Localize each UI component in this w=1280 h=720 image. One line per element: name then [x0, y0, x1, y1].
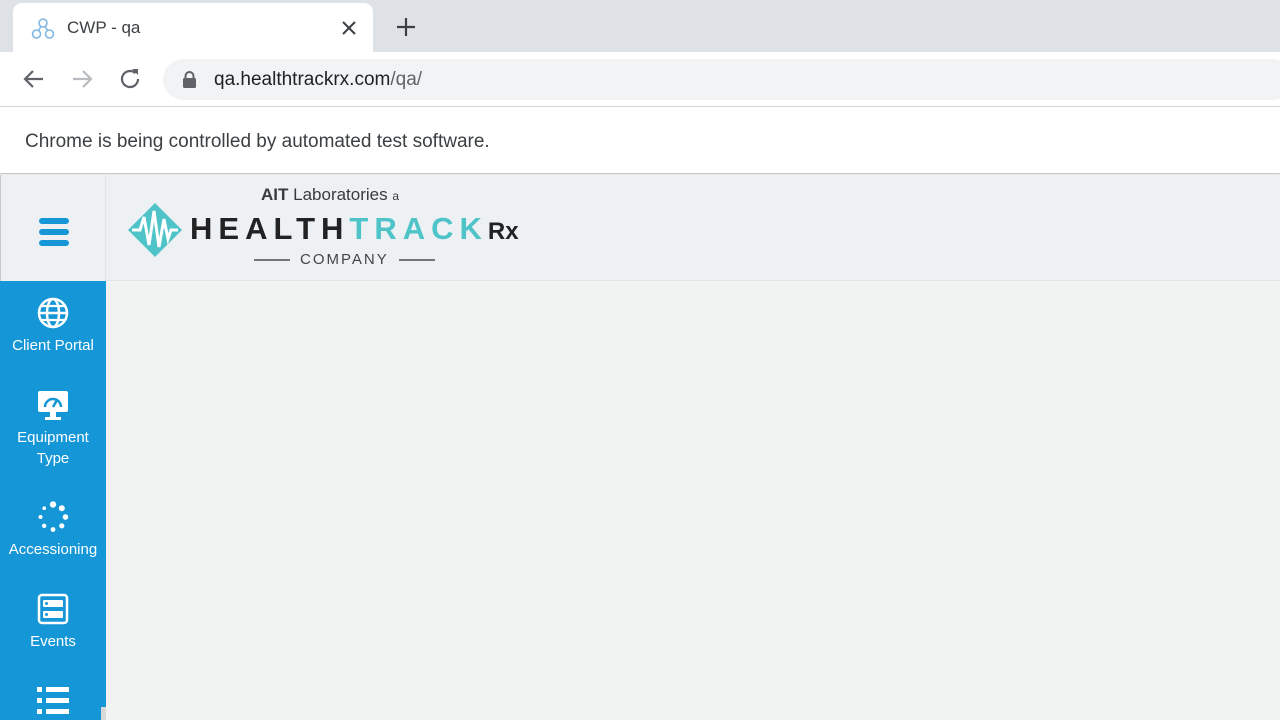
healthtrackrx-logo: AIT Laboratories a HEALTHTRACKRx COMPANY — [126, 183, 519, 273]
browser-toolbar: qa.healthtrackrx.com/qa/ — [0, 52, 1280, 107]
logo-company-line: COMPANY — [244, 251, 445, 268]
spinner-icon — [38, 501, 69, 532]
infobar-message: Chrome is being controlled by automated … — [25, 131, 490, 152]
forward-arrow-icon[interactable] — [68, 65, 96, 93]
app-root: AIT Laboratories a HEALTHTRACKRx COMPANY… — [0, 175, 1280, 720]
hamburger-menu-icon — [39, 218, 69, 246]
browser-tab[interactable]: CWP - qa — [13, 3, 373, 52]
sidebar-item-list[interactable] — [0, 685, 106, 717]
logo-company: COMPANY — [300, 251, 389, 268]
logo-wordmark: HEALTHTRACKRx — [190, 211, 519, 250]
list-icon — [37, 687, 69, 714]
automation-infobar: Chrome is being controlled by automated … — [0, 107, 1280, 174]
logo-name-rx: Rx — [487, 218, 519, 245]
server-list-icon — [37, 593, 69, 625]
sidebar-item-label: Equipment Type — [17, 429, 89, 467]
url-text: qa.healthtrackrx.com/qa/ — [214, 68, 422, 91]
molecule-icon — [31, 18, 55, 39]
browser-tab-strip: CWP - qa — [0, 0, 1280, 52]
menu-toggle-button[interactable] — [0, 175, 106, 281]
logo-tagline: AIT Laboratories a — [261, 185, 399, 205]
globe-icon — [37, 297, 69, 329]
close-icon[interactable] — [337, 16, 361, 40]
address-bar[interactable]: qa.healthtrackrx.com/qa/ — [163, 59, 1280, 100]
logo-top-small: a — [392, 189, 400, 203]
tab-title: CWP - qa — [67, 18, 141, 37]
logo-top-light: Laboratories — [293, 185, 388, 204]
sidebar-item-label: Client Portal — [12, 337, 94, 354]
sidebar-item-client-portal[interactable]: Client Portal — [0, 297, 106, 356]
lock-icon[interactable] — [182, 71, 197, 88]
monitor-gauge-icon — [38, 391, 68, 420]
sidebar-item-accessioning[interactable]: Accessioning — [0, 501, 106, 560]
reload-icon[interactable] — [116, 65, 144, 93]
sidebar-item-equipment-type[interactable]: Equipment Type — [0, 389, 106, 469]
logo-name-teal: TRACK — [349, 211, 488, 246]
logo-diamond-wave-icon — [128, 203, 182, 257]
url-path: /qa/ — [390, 69, 423, 90]
new-tab-plus-icon[interactable] — [393, 14, 419, 40]
sidebar-item-events[interactable]: Events — [0, 593, 106, 652]
url-host: qa.healthtrackrx.com — [214, 69, 391, 90]
main-content — [106, 281, 1280, 720]
app-header: AIT Laboratories a HEALTHTRACKRx COMPANY — [0, 175, 1280, 281]
logo-name-dark: HEALTH — [190, 211, 350, 246]
sidebar-item-label: Events — [30, 633, 76, 650]
sidebar-nav: Client Portal Equipment Type Accessionin… — [0, 281, 106, 720]
back-arrow-icon[interactable] — [20, 65, 48, 93]
sidebar-item-label: Accessioning — [8, 541, 98, 558]
logo-top-bold: AIT — [261, 185, 289, 204]
